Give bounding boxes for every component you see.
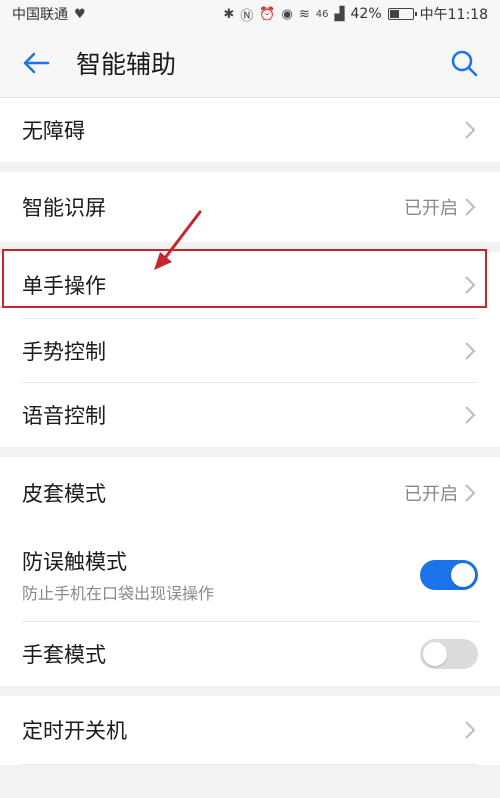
voice-label: 语音控制 xyxy=(22,404,106,428)
header: 智能辅助 xyxy=(0,28,500,98)
network-type: 46 xyxy=(315,8,329,20)
cover-mode-label: 皮套模式 xyxy=(22,482,106,506)
chevron-right-icon xyxy=(464,719,478,741)
glove-mode-toggle[interactable] xyxy=(420,639,478,669)
chevron-right-icon xyxy=(464,196,478,218)
signal-icon: ▟ xyxy=(334,6,345,22)
voice-item[interactable]: 语音控制 xyxy=(0,383,500,447)
screen-recognition-label: 智能识屏 xyxy=(22,196,106,220)
anti-mistouch-label: 防误触模式 xyxy=(22,550,127,574)
back-arrow-icon xyxy=(23,52,50,73)
heart-icon: ♥ xyxy=(74,6,86,22)
cover-mode-status: 已开启 xyxy=(404,484,458,505)
back-button[interactable] xyxy=(18,45,54,81)
search-icon xyxy=(451,50,478,76)
glove-mode-item[interactable]: 手套模式 xyxy=(0,622,500,686)
chevron-right-icon xyxy=(464,482,478,504)
wifi-icon: ≋ xyxy=(298,6,310,22)
screen-recognition-status: 已开启 xyxy=(404,198,458,219)
scheduled-power-item[interactable]: 定时开关机 xyxy=(0,696,500,764)
chevron-right-icon xyxy=(464,340,478,362)
eye-icon: ◉ xyxy=(281,6,293,22)
carrier-name: 中国联通 xyxy=(12,7,68,23)
anti-mistouch-toggle[interactable] xyxy=(420,560,478,590)
one-hand-item[interactable]: 单手操作 xyxy=(0,252,500,318)
one-hand-label: 单手操作 xyxy=(22,274,106,298)
gesture-label: 手势控制 xyxy=(22,339,106,364)
anti-mistouch-item[interactable]: 防误触模式 防止手机在口袋出现误操作 xyxy=(0,529,500,621)
bluetooth-icon: ✱ xyxy=(223,6,235,22)
chevron-right-icon xyxy=(464,404,478,426)
search-button[interactable] xyxy=(446,45,482,81)
battery-icon xyxy=(387,8,417,20)
cover-mode-item[interactable]: 皮套模式 已开启 xyxy=(0,457,500,529)
scheduled-power-label: 定时开关机 xyxy=(22,719,127,743)
chevron-right-icon xyxy=(464,119,478,141)
alarm-icon: ⏰ xyxy=(259,6,276,22)
screen-recognition-item[interactable]: 智能识屏 已开启 xyxy=(0,172,500,242)
page-title: 智能辅助 xyxy=(76,49,177,79)
battery-percent: 42% xyxy=(350,6,382,22)
anti-mistouch-description: 防止手机在口袋出现误操作 xyxy=(22,584,215,603)
status-bar: 中国联通 ♥ ✱ Ⓝ ⏰ ◉ ≋ 46 ▟ 42% 中午11:18 xyxy=(0,0,500,28)
accessibility-item[interactable]: 无障碍 xyxy=(0,98,500,162)
accessibility-label: 无障碍 xyxy=(22,119,85,143)
gesture-item[interactable]: 手势控制 xyxy=(0,319,500,382)
clock: 中午11:18 xyxy=(419,7,488,23)
glove-mode-label: 手套模式 xyxy=(22,643,106,667)
chevron-right-icon xyxy=(464,274,478,296)
nfc-icon: Ⓝ xyxy=(240,8,254,24)
